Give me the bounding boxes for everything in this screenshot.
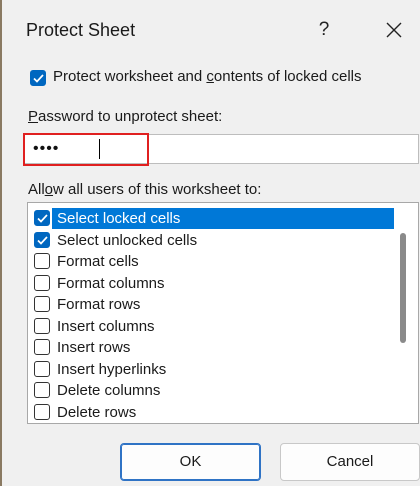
checkmark-icon [33, 74, 44, 83]
permission-item[interactable]: Format cells [32, 251, 392, 272]
permission-item[interactable]: Insert rows [32, 337, 392, 358]
permission-label: Delete rows [57, 403, 137, 421]
permission-checkbox[interactable] [34, 231, 50, 248]
help-button[interactable]: ? [309, 14, 339, 46]
title-bar: Protect Sheet ? [2, 0, 420, 60]
permission-label: Delete columns [57, 382, 161, 399]
permission-label: Format cells [57, 253, 139, 270]
permission-item[interactable]: Delete columns [32, 380, 392, 401]
permissions-label: Allow all users of this worksheet to: [28, 181, 262, 198]
cancel-button[interactable]: Cancel [280, 443, 420, 481]
checkmark-icon [37, 214, 48, 223]
permission-item[interactable]: Select unlocked cells [32, 230, 392, 251]
permissions-list[interactable]: Select locked cells Select unlocked cells… [27, 202, 419, 424]
permission-label: Insert rows [57, 339, 131, 356]
checkmark-icon [37, 235, 48, 245]
permission-label: Select locked cells [57, 210, 181, 227]
permission-checkbox[interactable] [34, 339, 50, 355]
permission-checkbox[interactable] [34, 382, 50, 398]
permission-item[interactable]: Select locked cells [32, 208, 394, 229]
password-input[interactable]: •••• [24, 134, 419, 164]
permission-item[interactable]: Insert hyperlinks [32, 359, 392, 380]
protect-worksheet-checkbox[interactable] [30, 70, 46, 86]
password-label: Password to unprotect sheet: [28, 108, 223, 125]
permission-label: Select unlocked cells [57, 231, 198, 249]
permission-item[interactable]: Format rows [32, 294, 392, 315]
permission-item[interactable]: Format columns [32, 273, 392, 294]
permission-label: Insert hyperlinks [57, 360, 167, 378]
permission-label: Format columns [57, 274, 165, 292]
permission-checkbox[interactable] [34, 296, 50, 312]
permission-checkbox[interactable] [34, 360, 50, 377]
permission-item[interactable]: Insert columns [32, 316, 392, 337]
protect-worksheet-label: Protect worksheet and contents of locked… [53, 68, 362, 85]
permission-checkbox[interactable] [34, 317, 50, 334]
permission-item[interactable]: Delete rows [32, 402, 392, 423]
help-icon: ? [318, 19, 330, 40]
text-caret [99, 139, 100, 159]
permission-checkbox[interactable] [34, 253, 50, 269]
permission-checkbox[interactable] [34, 274, 50, 291]
permission-label: Format rows [57, 296, 141, 313]
close-button[interactable] [377, 14, 411, 46]
ok-button[interactable]: OK [120, 443, 261, 481]
permission-label: Insert columns [57, 317, 155, 335]
protect-sheet-dialog: Protect Sheet ? Protect worksheet and co… [0, 0, 420, 486]
dialog-title: Protect Sheet [26, 20, 136, 40]
scrollbar-thumb[interactable] [400, 233, 406, 343]
password-value: •••• [33, 140, 60, 157]
permission-checkbox[interactable] [34, 403, 50, 420]
close-icon [386, 22, 402, 38]
permission-checkbox[interactable] [34, 210, 50, 226]
